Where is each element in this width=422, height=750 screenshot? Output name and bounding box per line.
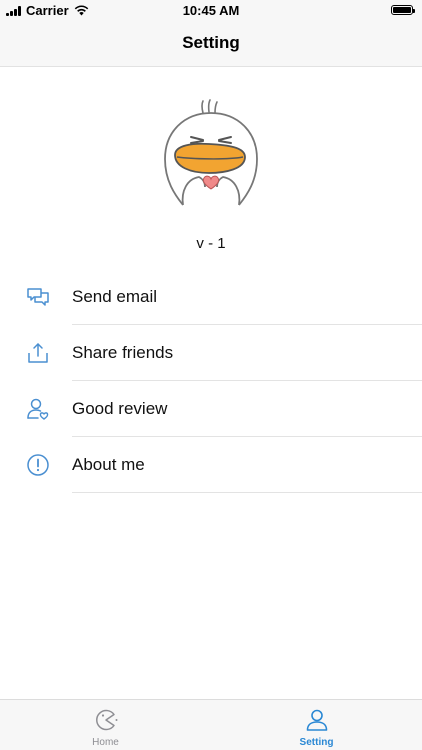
tab-setting[interactable]: Setting: [211, 700, 422, 750]
chat-bubbles-icon: [27, 288, 49, 306]
menu-item-send-email[interactable]: Send email: [0, 269, 422, 325]
share-icon: [28, 343, 48, 363]
battery-icon: [391, 5, 415, 15]
settings-screen: Carrier 10:45 AM Setting v - 1 Send emai…: [0, 0, 422, 750]
tab-home[interactable]: Home: [0, 700, 211, 750]
info-icon: [27, 454, 49, 476]
status-time: 10:45 AM: [182, 3, 240, 18]
menu-item-label: Send email: [72, 287, 158, 306]
menu-item-label: Good review: [72, 399, 168, 418]
page-title: Setting: [182, 33, 240, 52]
divider: [72, 492, 422, 493]
user-heart-icon: [27, 398, 49, 420]
user-icon: [306, 709, 327, 731]
tab-label: Setting: [299, 737, 334, 748]
menu-item-label: Share friends: [72, 343, 174, 362]
menu-item-good-review[interactable]: Good review: [0, 381, 422, 437]
menu-item-about-me[interactable]: About me: [0, 437, 422, 493]
settings-menu: Send email Share friends Good review Abo…: [0, 269, 422, 493]
tab-bar: Home Setting: [0, 699, 422, 750]
top-bar: Carrier 10:45 AM Setting: [0, 0, 422, 67]
duck-mascot-image: [164, 99, 258, 206]
status-bar: Carrier 10:45 AM: [0, 0, 422, 22]
menu-item-share-friends[interactable]: Share friends: [0, 325, 422, 381]
tab-label: Home: [92, 737, 119, 748]
pacman-icon: [95, 709, 117, 731]
version-label: v - 1: [196, 235, 226, 252]
menu-item-label: About me: [72, 455, 145, 474]
